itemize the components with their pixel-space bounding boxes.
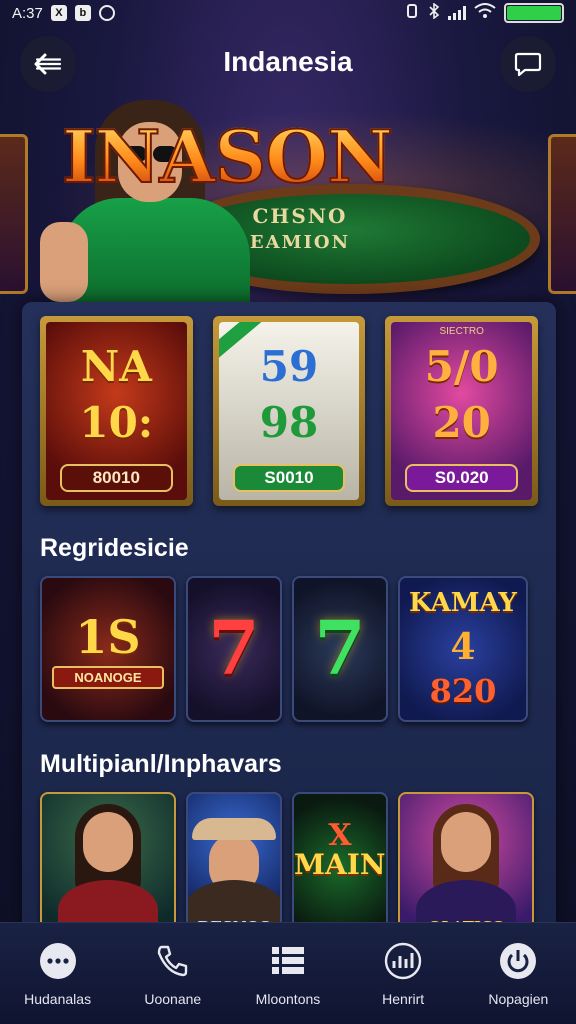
slot-machine-right (548, 134, 576, 294)
page-title: Indanesia (223, 46, 353, 77)
tile-line-1: KAMAY (409, 588, 517, 618)
nav-item-home[interactable]: Hudanalas (2, 941, 114, 1024)
phone-icon (153, 941, 193, 981)
chart-icon (383, 941, 423, 981)
featured-card-art: SIECTRO 5/0 20 S0.020 (391, 322, 533, 500)
nav-item-stats[interactable]: Henrirt (347, 941, 459, 1024)
more-dots-icon (38, 941, 78, 981)
featured-card-art: NA 10: 80010 (46, 322, 187, 500)
game-tile[interactable]: KAMAY 4 820 (398, 576, 528, 722)
chat-button[interactable] (500, 36, 556, 92)
status-right (404, 2, 564, 23)
game-tile[interactable]: 7 (292, 576, 388, 722)
nav-label: Mloontons (255, 991, 321, 1007)
portrait-face (83, 812, 133, 872)
featured-card-art: 59 98 S0010 (218, 322, 360, 500)
dealer-arm (40, 222, 88, 302)
cowboy-hat (192, 818, 276, 840)
tile-title: 1S (75, 610, 141, 664)
battery-level-fill (507, 6, 561, 20)
featured-card-line-2: 98 (259, 398, 319, 447)
list-icon (268, 941, 308, 981)
featured-games-row: NA 10: 80010 59 98 S0010 SIECTRO 5/0 20 … (40, 316, 539, 506)
game-tile[interactable]: DESNOS (186, 792, 282, 942)
featured-card-top: SIECTRO (439, 326, 484, 337)
record-icon (98, 5, 115, 21)
lucky-seven-green: 7 (314, 606, 366, 692)
nav-label: Hudanalas (24, 991, 92, 1007)
game-tile[interactable]: 1S NOANOGE (40, 576, 176, 722)
signal-icon (448, 6, 466, 20)
hero-logo-text: INASON (61, 113, 394, 200)
featured-card-line-1: 59 (259, 342, 319, 391)
game-tile[interactable]: 7 (186, 576, 282, 722)
chat-bubble-icon (514, 52, 542, 77)
game-tile[interactable]: OLATICS (398, 792, 534, 942)
section-title-1: Regridesicie (40, 534, 189, 562)
status-time: A:37 (12, 4, 43, 22)
header: Indanesia (0, 34, 576, 94)
featured-card-badge: S0.020 (405, 464, 519, 492)
nav-label: Henrirt (382, 991, 425, 1007)
featured-card-line-2: 20 (432, 398, 491, 447)
lucky-seven-red: 7 (208, 606, 260, 692)
vibrate-icon (404, 3, 420, 23)
games-panel: NA 10: 80010 59 98 S0010 SIECTRO 5/0 20 … (22, 302, 556, 942)
bluetooth-icon (428, 2, 440, 23)
tile-title: MAINS (294, 848, 386, 881)
notification-app-icon: b (74, 5, 91, 21)
featured-game-card[interactable]: NA 10: 80010 (40, 316, 193, 506)
game-row-1: 1S NOANOGE 7 7 KAMAY 4 820 (40, 576, 538, 722)
game-tile[interactable]: X MAINS (292, 792, 388, 942)
nav-label: Uoonane (144, 991, 202, 1007)
featured-card-badge: S0010 (232, 464, 346, 492)
tile-subtitle: NOANOGE (52, 666, 164, 689)
featured-game-card[interactable]: SIECTRO 5/0 20 S0.020 (385, 316, 539, 506)
hero-banner[interactable]: CHSNO EAMION INASON (0, 94, 576, 306)
nav-item-phone[interactable]: Uoonane (117, 941, 229, 1024)
tile-line-2: 4 (450, 626, 476, 668)
game-tile[interactable] (40, 792, 176, 942)
power-icon (498, 941, 538, 981)
nav-label: Nopagien (488, 991, 549, 1007)
featured-game-card[interactable]: 59 98 S0010 (212, 316, 366, 506)
featured-card-line-2: 10: (79, 398, 154, 447)
status-bar: A:37 X b (0, 0, 576, 26)
battery-icon (504, 3, 564, 23)
dealer-shirt (60, 198, 250, 306)
tile-line-3: 820 (429, 672, 497, 710)
status-left: A:37 X b (12, 5, 115, 22)
wifi-icon (474, 3, 496, 23)
bottom-nav: Hudanalas Uoonane Mloontons Henrirt Nopa… (0, 922, 576, 1024)
slot-machine-left (0, 134, 28, 294)
game-row-2: DESNOS X MAINS OLATICS (40, 792, 538, 942)
portrait-face (441, 812, 491, 872)
x-app-icon: X (50, 5, 67, 21)
featured-card-badge: 80010 (60, 464, 173, 492)
nav-item-list[interactable]: Mloontons (232, 941, 344, 1024)
featured-card-line-1: NA (80, 342, 152, 391)
nav-item-power[interactable]: Nopagien (462, 941, 574, 1024)
featured-card-line-1: 5/0 (424, 342, 499, 391)
section-title-2: Multipianl/Inphavars (40, 750, 282, 778)
